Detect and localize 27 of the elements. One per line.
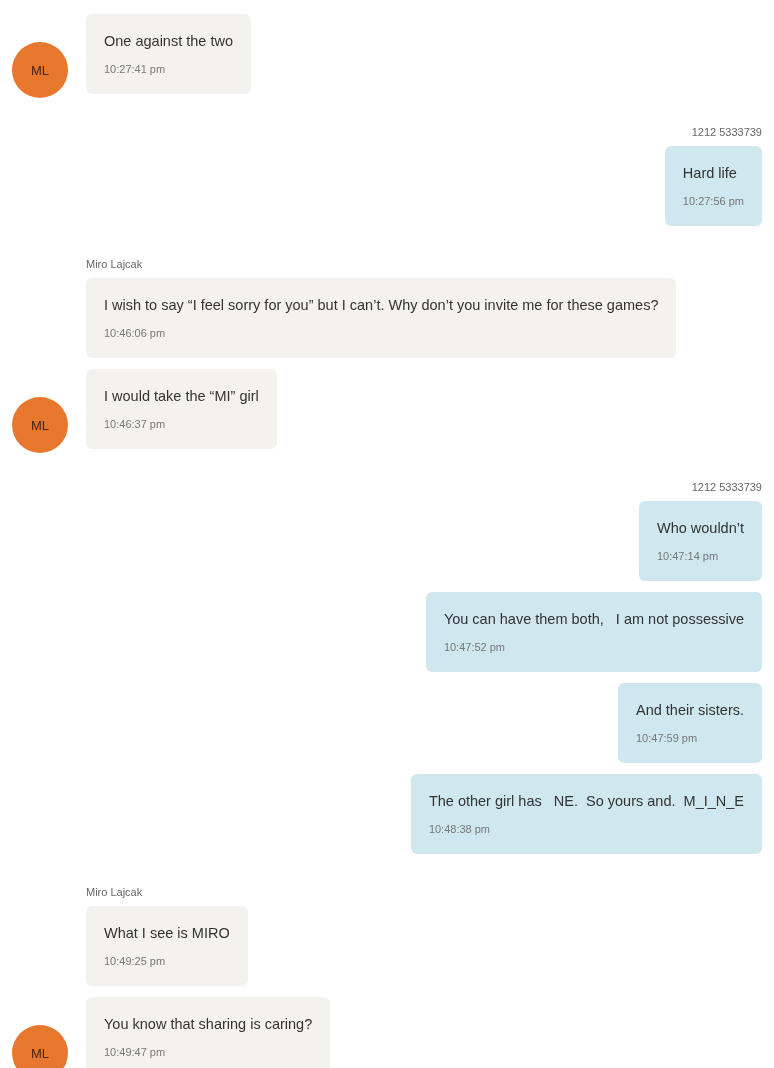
message-time: 10:49:25 pm [104,954,167,969]
message-time: 10:27:56 pm [682,194,744,209]
sender-name: Miro Lajcak [86,885,144,900]
sender-name: 1212 5333739 [691,480,762,495]
message-text: Hard life [682,164,738,183]
message-text: What I see is MIRO [104,924,230,943]
avatar: ML [12,1025,68,1068]
message-text: Who wouldn’t [656,519,744,538]
sender-name: 1212 5333739 [691,125,762,140]
message-text: I wish to say “I feel sorry for you” but I can’t. Why don’t you invite me for these games? [104,296,659,315]
avatar: ML [12,42,68,98]
message-time: 10:47:14 pm [656,549,720,564]
message-text: You know that sharing is caring? [104,1015,313,1034]
message-time: 10:47:59 pm [636,731,699,746]
message-text: You can have them both, I am not possessive [443,610,744,629]
avatar: ML [12,397,68,453]
message-time: 10:48:38 pm [428,822,492,837]
message-time: 10:27:41 pm [104,62,167,77]
message-time: 10:49:47 pm [104,1045,167,1060]
sender-name: Miro Lajcak [86,257,144,272]
message-time: 10:46:06 pm [104,326,167,341]
message-text: And their sisters. [636,701,744,720]
message-time: 10:47:52 pm [443,640,507,655]
message-text: The other girl has NE. So yours and. M_I_N_E [428,792,744,811]
message-text: I would take the “MI” girl [104,387,259,406]
message-time: 10:46:37 pm [104,417,167,432]
message-text: One against the two [104,32,233,51]
